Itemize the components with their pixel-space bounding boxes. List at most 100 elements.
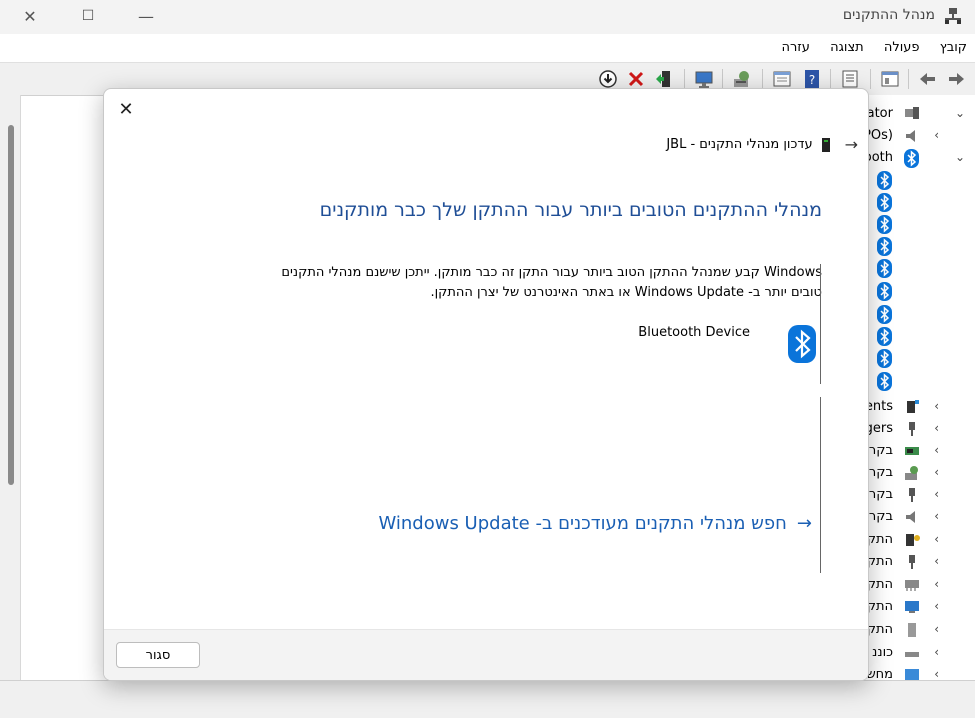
close-icon[interactable]: ✕: [114, 97, 138, 121]
bluetooth-icon[interactable]: [877, 372, 892, 391]
tree-row-label: בקר: [868, 465, 893, 480]
toolbar-separator: [684, 69, 685, 89]
breadcrumb: → עדכון מנהלי התקנים - JBL: [666, 135, 858, 154]
tree-row-label: התק: [866, 622, 893, 637]
description-line: טובים יותר ב- Windows Update או באתר האי…: [430, 285, 822, 300]
update-driver-dialog: ✕ → עדכון מנהלי התקנים - JBL מנהלי ההתקנ…: [103, 88, 869, 681]
tree-row-label: כוננ: [872, 645, 893, 660]
menu-bar: קובץ פעולה תצוגה עזרה: [0, 36, 975, 60]
storage-controller-icon: [905, 466, 918, 480]
bluetooth-icon[interactable]: [877, 349, 892, 368]
chevron-left-icon[interactable]: ‹: [934, 554, 939, 568]
show-hide-icon[interactable]: [880, 69, 900, 89]
chevron-left-icon[interactable]: ‹: [934, 622, 939, 636]
chevron-left-icon[interactable]: ‹: [934, 509, 939, 523]
toolbar-separator: [830, 69, 831, 89]
bluetooth-icon: [904, 149, 919, 168]
device-manager-icon: [945, 8, 961, 24]
status-bar: [0, 680, 975, 718]
tree-row-label: התק: [866, 532, 893, 547]
bluetooth-icon[interactable]: [877, 215, 892, 234]
usb-device-icon: [909, 555, 915, 569]
close-button[interactable]: סגור: [116, 642, 200, 668]
tree-row-label: בקר: [868, 443, 893, 458]
chevron-left-icon[interactable]: ‹: [934, 645, 939, 659]
windows-update-link[interactable]: → חפש מנהלי התקנים מעודכנים ב- Windows U…: [378, 513, 812, 534]
menu-help[interactable]: עזרה: [773, 36, 817, 55]
controller-icon: [905, 447, 919, 455]
device-entry: Bluetooth Device: [576, 325, 816, 365]
bluetooth-icon[interactable]: [877, 327, 892, 346]
bluetooth-icon: [788, 325, 816, 363]
chevron-left-icon[interactable]: ‹: [934, 399, 939, 413]
menu-file[interactable]: קובץ: [932, 36, 975, 55]
chevron-down-icon[interactable]: ⌄: [955, 150, 965, 164]
uninstall-icon[interactable]: [626, 69, 646, 89]
window-title: מנהל ההתקנים: [842, 7, 935, 23]
bluetooth-icon[interactable]: [877, 305, 892, 324]
drive-icon: [905, 652, 919, 657]
chevron-left-icon[interactable]: ‹: [934, 667, 939, 680]
chevron-left-icon[interactable]: ‹: [934, 128, 939, 142]
chevron-left-icon[interactable]: ‹: [934, 599, 939, 613]
update-driver-icon[interactable]: [654, 69, 674, 89]
dialog-title: עדכון מנהלי התקנים - JBL: [666, 137, 813, 152]
chevron-left-icon[interactable]: ‹: [934, 465, 939, 479]
result-heading: מנהלי ההתקנים הטובים ביותר עבור ההתקן של…: [319, 199, 822, 221]
tree-row-label: בקר: [868, 487, 893, 502]
toolbar-separator: [908, 69, 909, 89]
device-icon: [821, 137, 830, 152]
bluetooth-icon[interactable]: [877, 237, 892, 256]
security-device-icon: [906, 534, 920, 546]
monitor-icon[interactable]: [694, 69, 714, 89]
bluetooth-icon[interactable]: [877, 259, 892, 278]
back-icon[interactable]: [918, 69, 938, 89]
disable-icon[interactable]: [598, 69, 618, 89]
chevron-left-icon[interactable]: ‹: [934, 443, 939, 457]
device-name: Bluetooth Device: [638, 325, 750, 340]
tree-row-label: בקר: [868, 509, 893, 524]
dialog-footer: סגור: [104, 629, 868, 680]
back-arrow-icon[interactable]: →: [845, 135, 858, 154]
chevron-left-icon[interactable]: ‹: [934, 487, 939, 501]
windows-update-link-label: חפש מנהלי התקנים מעודכנים ב- Windows Upd…: [378, 513, 787, 534]
scan-icon[interactable]: [732, 69, 752, 89]
forward-icon[interactable]: [946, 69, 966, 89]
chevron-left-icon[interactable]: ‹: [934, 421, 939, 435]
bluetooth-icon[interactable]: [877, 193, 892, 212]
view-icon[interactable]: [772, 69, 792, 89]
title-bar: ✕ ☐ — מנהל ההתקנים: [0, 0, 975, 34]
properties-icon[interactable]: [840, 69, 860, 89]
tree-row-label: התק: [866, 599, 893, 614]
maximize-button[interactable]: ☐: [58, 0, 118, 32]
monitor-icon: [905, 669, 919, 680]
tree-row-label: התק: [866, 554, 893, 569]
result-description: Windows קבע שמנהל ההתקן הטוב ביותר עבור …: [222, 263, 822, 303]
svg-text:?: ?: [809, 73, 815, 87]
speaker-icon: [906, 130, 915, 142]
bluetooth-icon[interactable]: [877, 171, 892, 190]
toolbar-separator: [762, 69, 763, 89]
help-icon[interactable]: ?: [802, 69, 822, 89]
left-scrollbar[interactable]: [8, 125, 14, 485]
divider: [820, 397, 821, 573]
audio-controller-icon: [906, 511, 915, 523]
bluetooth-icon[interactable]: [877, 282, 892, 301]
component-icon: [907, 400, 919, 413]
tree-row-label: ents: [864, 399, 893, 414]
menu-action[interactable]: פעולה: [876, 36, 928, 55]
divider: [820, 264, 821, 384]
system-device-icon: [908, 623, 916, 637]
tree-row-label: מחש: [866, 667, 893, 680]
computer-icon: [905, 107, 919, 119]
minimize-button[interactable]: —: [116, 0, 176, 32]
close-window-button[interactable]: ✕: [0, 0, 60, 32]
usb-icon: [909, 422, 915, 436]
menu-view[interactable]: תצוגה: [822, 36, 872, 55]
chevron-down-icon[interactable]: ⌄: [955, 106, 965, 120]
network-device-icon: [905, 580, 919, 591]
usb-controller-icon: [909, 488, 915, 502]
chevron-left-icon[interactable]: ‹: [934, 577, 939, 591]
chevron-left-icon[interactable]: ‹: [934, 532, 939, 546]
tree-row-label: התק: [866, 577, 893, 592]
